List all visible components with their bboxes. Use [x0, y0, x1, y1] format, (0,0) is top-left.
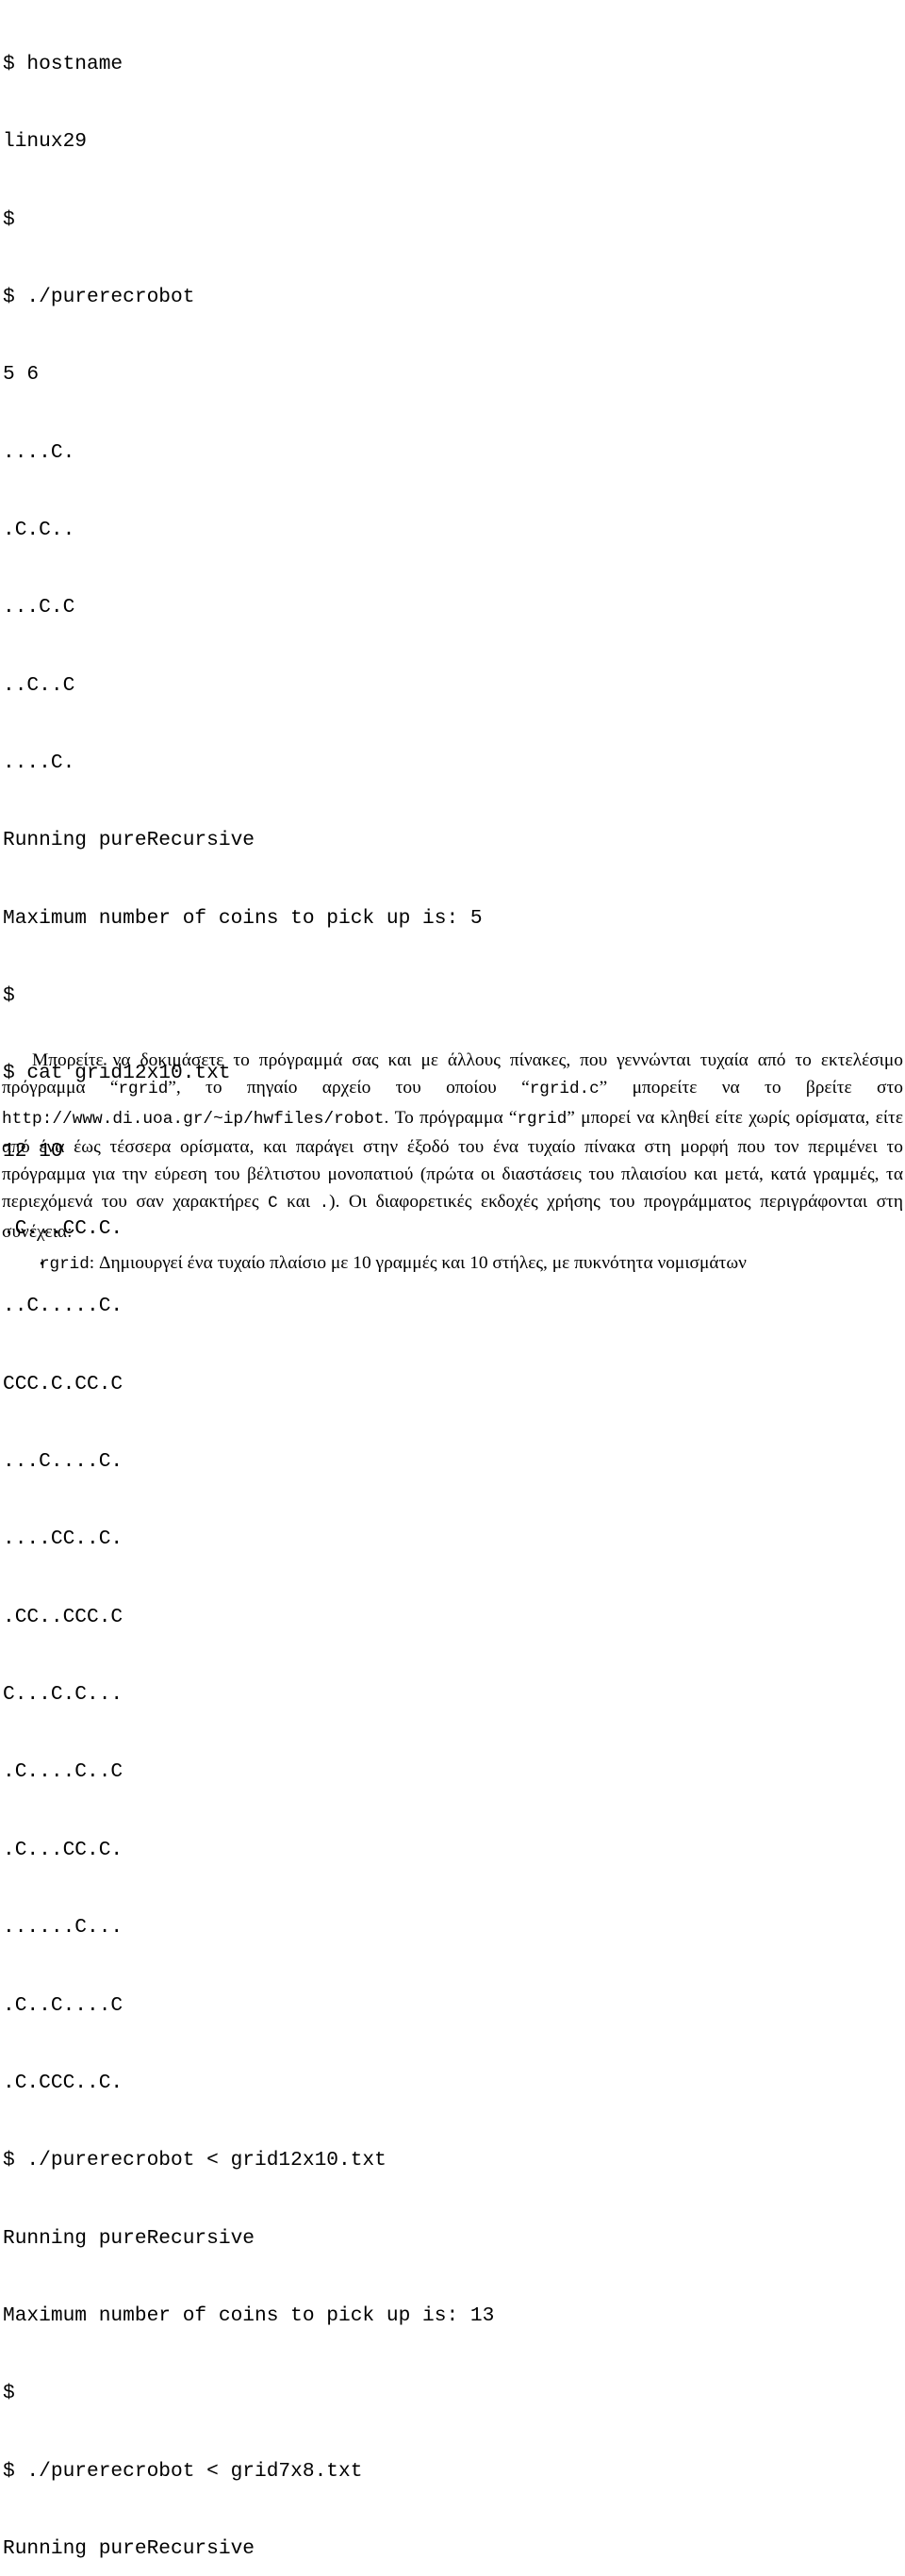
grid-row: .C.C.. [3, 518, 75, 541]
terminal-line: $ [3, 207, 15, 231]
grid-row: ....C. [3, 751, 75, 774]
prose-line-2-c: ” μπορείτε να το βρείτε στο [599, 1078, 903, 1098]
grid-row: C...C.C... [3, 1683, 123, 1707]
terminal-line: Running pureRecursive [3, 2536, 255, 2560]
terminal-line: Maximum number of coins to pick up is: 5 [3, 906, 483, 930]
prose-line-1: Μπορείτε να δοκιμάσετε το πρόγραμμά σας … [32, 1050, 812, 1070]
list-item: • rgrid: Δημιουργεί ένα τυχαίο πλαίσιο μ… [2, 1249, 903, 1279]
terminal-line: $ ./purerecrobot < grid12x10.txt [3, 2149, 387, 2172]
terminal-transcript: $ hostname linux29 $ $ ./purerecrobot 5 … [3, 0, 889, 2576]
code-rgrid: rgrid [40, 1255, 90, 1274]
grid-row: CCC.C.CC.C [3, 1372, 123, 1395]
code-char-c: C [268, 1194, 278, 1214]
prose-line-6-b: και [277, 1192, 320, 1213]
bullet-item-content: rgrid: Δημιουργεί ένα τυχαίο πλαίσιο με … [40, 1249, 903, 1279]
grid-row: ...C.C [3, 596, 75, 619]
terminal-line: $ [3, 984, 15, 1008]
grid-row: ..C..C [3, 673, 75, 697]
prose-line-3-a: . Το πρόγραμμα “ [384, 1107, 518, 1128]
bullet-description: Δημιουργεί ένα τυχαίο πλαίσιο με 10 γραμ… [99, 1253, 747, 1273]
grid-row: ....C. [3, 440, 75, 464]
prose-line-2-b: ”, το πηγαίο αρχείο του οποίου “ [168, 1078, 530, 1098]
source-url-link[interactable]: http://www.di.uoa.gr/~ip/hwfiles/robot [2, 1110, 384, 1129]
prose-line-3-b: ” μπορεί να κληθεί είτε χωρίς [567, 1107, 790, 1128]
grid-row: .C....C..C [3, 1760, 123, 1784]
bullet-dot-icon: • [40, 1257, 45, 1272]
grid-row: .CC..CCC.C [3, 1605, 123, 1628]
bullet-separator: : [89, 1253, 100, 1273]
terminal-line: Running pureRecursive [3, 2226, 255, 2250]
terminal-line: $ [3, 2382, 15, 2405]
terminal-line: linux29 [3, 130, 88, 154]
code-char-dot: . [319, 1194, 330, 1214]
grid-row: .C...CC.C. [3, 1838, 123, 1861]
grid-row: ...C....C. [3, 1450, 123, 1474]
terminal-line: $ ./purerecrobot [3, 285, 195, 308]
terminal-line: 5 6 [3, 363, 40, 387]
terminal-line: Running pureRecursive [3, 829, 255, 852]
prose-line-6-c: ). Οι διαφορετικές [329, 1192, 472, 1213]
grid-row: ..C.....C. [3, 1295, 123, 1318]
grid-row: ....CC..C. [3, 1527, 123, 1551]
document-page: $ hostname linux29 $ $ ./purerecrobot 5 … [0, 0, 905, 2560]
code-rgrid-c: rgrid.c [529, 1080, 600, 1099]
code-rgrid: rgrid [118, 1080, 169, 1099]
body-paragraph: Μπορείτε να δοκιμάσετε το πρόγραμμά σας … [2, 1047, 903, 1246]
code-rgrid: rgrid [517, 1109, 568, 1129]
grid-row: ......C... [3, 1916, 123, 1940]
terminal-line: $ ./purerecrobot < grid7x8.txt [3, 2459, 363, 2483]
usage-bullet-list: • rgrid: Δημιουργεί ένα τυχαίο πλαίσιο μ… [2, 1249, 903, 1279]
grid-row: .C.CCC..C. [3, 2071, 123, 2094]
grid-row: .C..C....C [3, 1993, 123, 2017]
paragraph-text: Μπορείτε να δοκιμάσετε το πρόγραμμά σας … [2, 1047, 903, 1246]
terminal-line: $ hostname [3, 52, 123, 75]
terminal-line: Maximum number of coins to pick up is: 1… [3, 2304, 495, 2327]
